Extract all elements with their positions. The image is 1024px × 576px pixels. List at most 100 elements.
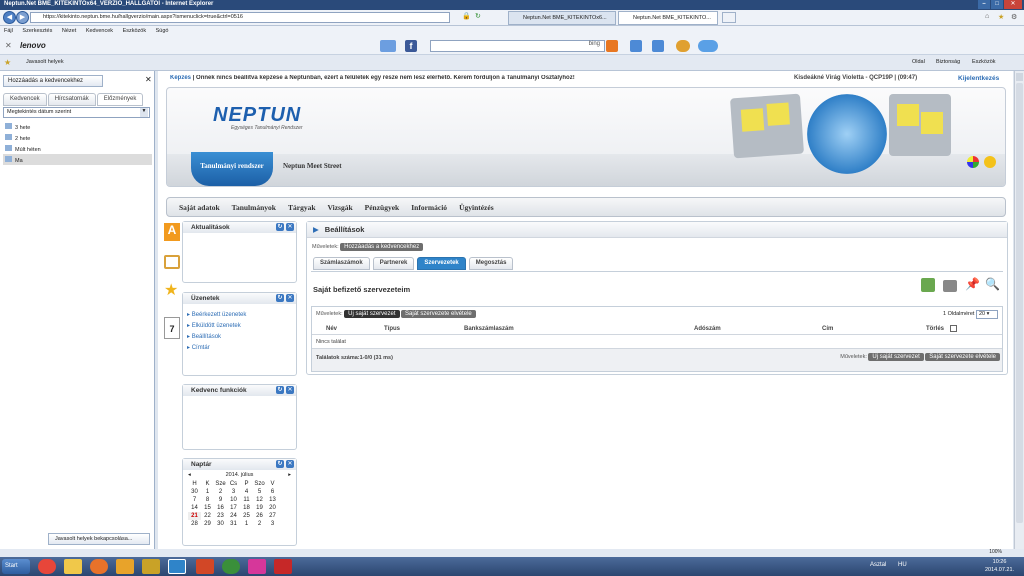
menu-subjects[interactable]: Tárgyak (288, 203, 316, 212)
bing-search-input[interactable]: bing (430, 40, 605, 52)
scroll-thumb[interactable] (1016, 83, 1023, 523)
close-panel-icon[interactable]: ✕ (286, 294, 294, 302)
new-organization-button[interactable]: Új saját szervezet (344, 310, 400, 318)
message-settings-link[interactable]: ▸ Beállítások (187, 332, 292, 343)
page-scrollbar[interactable] (1014, 71, 1024, 549)
menu-edit[interactable]: Szerkesztés (22, 28, 52, 34)
logout-link[interactable]: Kijelentkezés (958, 75, 999, 82)
pin-icon[interactable]: 📌 (965, 277, 980, 291)
powerpoint-icon[interactable] (196, 559, 214, 574)
calendar-day[interactable]: 8 (201, 496, 214, 504)
minimize-button[interactable]: – (978, 0, 990, 9)
menu-finances[interactable]: Pénzügyek (365, 203, 400, 212)
calendar-day[interactable]: 6 (266, 488, 279, 496)
close-panel-icon[interactable]: ✕ (286, 223, 294, 231)
tab-partners[interactable]: Partnerek (372, 257, 415, 270)
clock[interactable]: 10:26 2014.07.21. (985, 558, 1014, 574)
tab-history[interactable]: Előzmények (96, 93, 144, 106)
forward-button[interactable]: ▶ (16, 11, 29, 24)
pdf-icon[interactable] (274, 559, 292, 574)
footer-remove-organization-button[interactable]: Saját szervezete elvétele (925, 353, 1000, 361)
calendar-day[interactable]: 2 (214, 488, 227, 496)
menu-information[interactable]: Információ (411, 203, 447, 212)
collapse-arrow-icon[interactable]: ▶ (313, 225, 319, 234)
media-icon[interactable] (142, 559, 160, 574)
history-sort-select[interactable]: Megtekintés dátum szerint ▼ (3, 107, 150, 118)
close-panel-icon[interactable]: ✕ (286, 386, 294, 394)
heart-app-icon[interactable] (248, 559, 266, 574)
desktop-label[interactable]: Asztal (870, 562, 886, 568)
calendar-day[interactable]: 22 (201, 512, 214, 520)
scroll-up-icon[interactable] (1016, 73, 1023, 81)
close-toolbar-icon[interactable]: ✕ (5, 41, 12, 50)
menu-file[interactable]: Fájl (4, 28, 13, 34)
favorites-star-icon[interactable]: ★ (4, 58, 11, 67)
footer-new-organization-button[interactable]: Új saját szervezet (868, 353, 924, 361)
calendar-day[interactable]: 1 (240, 520, 253, 528)
calendar-day[interactable]: 2 (253, 520, 266, 528)
prev-month-icon[interactable]: ◂ (188, 472, 191, 478)
calendar-day[interactable]: 1 (201, 488, 214, 496)
calendar-day[interactable]: 13 (266, 496, 279, 504)
chrome-icon[interactable] (38, 559, 56, 574)
remove-organization-button[interactable]: Saját szervezete elvétele (401, 310, 476, 318)
new-tab-button[interactable] (722, 12, 736, 23)
calendar-day[interactable]: 15 (201, 504, 214, 512)
col-address[interactable]: Cím (822, 326, 833, 332)
outlook-icon[interactable] (116, 559, 134, 574)
chat-icon[interactable] (652, 40, 664, 52)
calendar-day[interactable]: 3 (266, 520, 279, 528)
refresh-panel-icon[interactable]: ↻ (276, 294, 284, 302)
calendar-day[interactable]: 24 (227, 512, 240, 520)
calendar-day[interactable]: 29 (201, 520, 214, 528)
suggested-sites-link[interactable]: Javasolt helyek (26, 59, 64, 65)
maximize-button[interactable]: □ (991, 0, 1003, 9)
calendar-day[interactable]: 27 (266, 512, 279, 520)
calendar-day[interactable]: 18 (240, 504, 253, 512)
col-tax-number[interactable]: Adószám (694, 326, 721, 332)
page-size-select[interactable]: 20 ▾ (976, 310, 998, 319)
mail-icon[interactable] (380, 40, 396, 52)
calendar-day[interactable]: 26 (253, 512, 266, 520)
col-name[interactable]: Név (326, 326, 337, 332)
menu-favorites[interactable]: Kedvencek (86, 28, 113, 34)
calendar-day[interactable]: 30 (188, 488, 201, 496)
explorer-icon[interactable] (64, 559, 82, 574)
home-icon[interactable]: ⌂ (985, 13, 989, 20)
refresh-panel-icon[interactable]: ↻ (276, 223, 284, 231)
calendar-day[interactable]: 12 (253, 496, 266, 504)
browser-tab-2[interactable]: Neptun.Net BME_KITEKINTO... (618, 11, 718, 25)
internet-explorer-icon[interactable] (168, 559, 186, 574)
search-icon[interactable]: 🔍 (985, 277, 1000, 291)
history-item[interactable]: Múlt héten (3, 143, 152, 154)
color-theme-icon[interactable] (967, 156, 979, 168)
calendar-day[interactable]: 11 (240, 496, 253, 504)
font-size-icon[interactable]: A (164, 223, 180, 241)
close-button[interactable]: ✕ (1004, 0, 1022, 9)
print-icon[interactable] (943, 280, 957, 292)
gear-icon[interactable]: ⚙ (1011, 13, 1017, 21)
menu-tools[interactable]: Eszközök (123, 28, 147, 34)
menu-tools-right[interactable]: Eszközök (972, 59, 996, 65)
menu-security[interactable]: Biztonság (936, 59, 960, 65)
col-type[interactable]: Típus (384, 326, 400, 332)
back-button[interactable]: ◀ (3, 11, 16, 24)
puzzle-icon[interactable] (676, 40, 690, 52)
directory-link[interactable]: ▸ Címtár (187, 343, 292, 354)
language-indicator[interactable]: HU (898, 562, 907, 568)
menu-studies[interactable]: Tanulmányok (232, 203, 276, 212)
suggested-sites-button[interactable]: Javasolt helyek bekapcsolása... (48, 533, 150, 545)
refresh-icon[interactable]: ↻ (475, 12, 481, 20)
browser-tab-1[interactable]: Neptun.Net BME_KITEKINTOx6... (508, 11, 616, 25)
history-item[interactable]: 3 hete (3, 121, 152, 132)
export-icon[interactable] (921, 278, 935, 292)
sent-messages-link[interactable]: ▸ Elküldött üzenetek (187, 321, 292, 332)
zoom-level[interactable]: 100% (989, 549, 1002, 555)
calendar-day[interactable]: 9 (214, 496, 227, 504)
inbox-link[interactable]: ▸ Beérkezett üzenetek (187, 310, 292, 321)
menu-administration[interactable]: Ügyintézés (459, 203, 494, 212)
favorite-star-icon[interactable]: ★ (164, 283, 178, 299)
toolbar-icon-1[interactable] (630, 40, 642, 52)
tab-sharing[interactable]: Megosztás (468, 257, 514, 270)
calendar-day-icon[interactable]: 7 (164, 317, 180, 339)
